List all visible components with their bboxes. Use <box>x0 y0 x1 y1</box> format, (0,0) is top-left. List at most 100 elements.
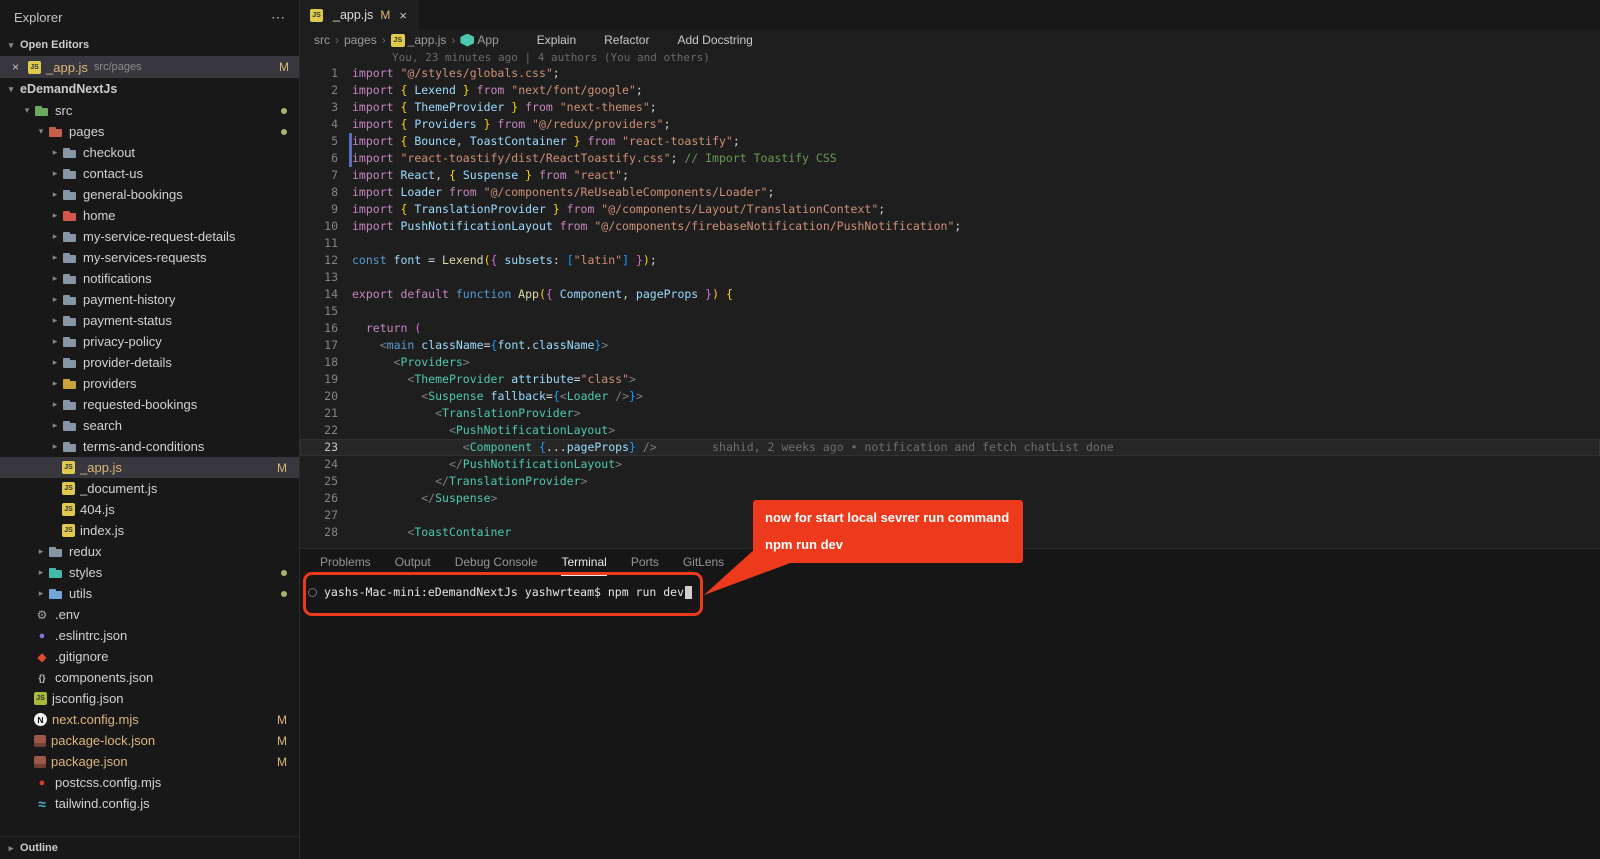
tree-item-jsconfig.json[interactable]: jsconfig.json <box>0 688 299 709</box>
tree-item-tailwind.config.js[interactable]: tailwind.config.js <box>0 793 299 814</box>
tree-item-contact-us[interactable]: ▸ contact-us <box>0 163 299 184</box>
tree-item-label: tailwind.config.js <box>55 796 150 811</box>
npm-icon <box>34 755 46 768</box>
tree-item-checkout[interactable]: ▸ checkout <box>0 142 299 163</box>
panel-tab-output[interactable]: Output <box>395 549 431 576</box>
close-icon[interactable]: × <box>12 60 28 74</box>
tree-item-label: pages <box>69 124 105 139</box>
tree-item-notifications[interactable]: ▸ notifications <box>0 268 299 289</box>
close-icon[interactable]: × <box>399 8 407 23</box>
code-line-21[interactable]: 21 <TranslationProvider> <box>300 405 1600 422</box>
workspace-header[interactable]: ▾ eDemandNextJs <box>0 78 299 100</box>
tree-item-next.config.mjs[interactable]: next.config.mjs M <box>0 709 299 730</box>
tree-item-terms-and-conditions[interactable]: ▸ terms-and-conditions <box>0 436 299 457</box>
js-file-icon <box>310 8 323 22</box>
tree-item-styles[interactable]: ▸ styles <box>0 562 299 583</box>
code-line-18[interactable]: 18 <Providers> <box>300 354 1600 371</box>
tree-item-_document.js[interactable]: _document.js <box>0 478 299 499</box>
code-line-10[interactable]: 10 import PushNotificationLayout from "@/… <box>300 218 1600 235</box>
terminal[interactable]: yashs-Mac-mini:eDemandNextJs yashwrteam$… <box>300 576 1600 608</box>
lens-action-add-docstring[interactable]: Add Docstring <box>677 33 752 47</box>
code-line-14[interactable]: 14 export default function App({ Componen… <box>300 286 1600 303</box>
open-editor-item-app-js[interactable]: × _app.js src/pages M <box>0 56 299 78</box>
breadcrumb-label: src <box>314 33 330 47</box>
tree-item-label: index.js <box>80 523 125 538</box>
breadcrumb-App[interactable]: App <box>460 33 499 47</box>
code-line-9[interactable]: 9 import { TranslationProvider } from "@/… <box>300 201 1600 218</box>
tree-item-my-service-request-details[interactable]: ▸ my-service-request-details <box>0 226 299 247</box>
code-line-1[interactable]: 1 import "@/styles/globals.css"; <box>300 65 1600 82</box>
panel-tab-ports[interactable]: Ports <box>631 549 659 576</box>
code-line-27[interactable]: 27 <box>300 507 1600 524</box>
tree-item-label: payment-history <box>83 292 176 307</box>
tree-item-404.js[interactable]: 404.js <box>0 499 299 520</box>
tree-item-payment-status[interactable]: ▸ payment-status <box>0 310 299 331</box>
code-line-4[interactable]: 4 import { Providers } from "@/redux/prov… <box>300 116 1600 133</box>
tree-item-package.json[interactable]: package.json M <box>0 751 299 772</box>
tree-item-pages[interactable]: ▾ pages <box>0 121 299 142</box>
code-line-6[interactable]: 6 import "react-toastify/dist/ReactToasti… <box>300 150 1600 167</box>
tree-item-redux[interactable]: ▸ redux <box>0 541 299 562</box>
panel-tab-problems[interactable]: Problems <box>320 549 371 576</box>
code-line-13[interactable]: 13 <box>300 269 1600 286</box>
tree-item-providers[interactable]: ▸ providers <box>0 373 299 394</box>
tree-item-package-lock.json[interactable]: package-lock.json M <box>0 730 299 751</box>
folder-icon <box>48 586 64 602</box>
code-line-8[interactable]: 8 import Loader from "@/components/ReUsea… <box>300 184 1600 201</box>
code-line-22[interactable]: 22 <PushNotificationLayout> <box>300 422 1600 439</box>
code-line-23[interactable]: 23 <Component {...pageProps} /> shahid, … <box>300 439 1600 456</box>
tab-app-js[interactable]: _app.js M × <box>300 0 418 30</box>
code-line-24[interactable]: 24 </PushNotificationLayout> <box>300 456 1600 473</box>
tree-item-search[interactable]: ▸ search <box>0 415 299 436</box>
tree-item-.env[interactable]: .env <box>0 604 299 625</box>
code-line-12[interactable]: 12 const font = Lexend({ subsets: ["latin… <box>300 252 1600 269</box>
panel-tab-debug-console[interactable]: Debug Console <box>455 549 538 576</box>
lens-action-refactor[interactable]: Refactor <box>604 33 649 47</box>
tree-item-payment-history[interactable]: ▸ payment-history <box>0 289 299 310</box>
tree-item-_app.js[interactable]: _app.js M <box>0 457 299 478</box>
tree-item-label: notifications <box>83 271 152 286</box>
tree-item-home[interactable]: ▸ home <box>0 205 299 226</box>
tree-item-requested-bookings[interactable]: ▸ requested-bookings <box>0 394 299 415</box>
code-line-15[interactable]: 15 <box>300 303 1600 320</box>
tree-item-my-services-requests[interactable]: ▸ my-services-requests <box>0 247 299 268</box>
code-line-25[interactable]: 25 </TranslationProvider> <box>300 473 1600 490</box>
breadcrumb-_app.js[interactable]: _app.js <box>390 33 446 47</box>
code-line-11[interactable]: 11 <box>300 235 1600 252</box>
tree-item-src[interactable]: ▾ src <box>0 100 299 121</box>
code-line-16[interactable]: 16 return ( <box>300 320 1600 337</box>
more-actions-icon[interactable]: ⋯ <box>271 9 285 26</box>
tree-item-index.js[interactable]: index.js <box>0 520 299 541</box>
tree-item-label: utils <box>69 586 93 601</box>
tree-item-general-bookings[interactable]: ▸ general-bookings <box>0 184 299 205</box>
chevron-down-icon: ▾ <box>8 83 14 94</box>
open-editors-header[interactable]: ▾ Open Editors <box>0 34 299 56</box>
panel-tab-gitlens[interactable]: GitLens <box>683 549 724 576</box>
code-line-17[interactable]: 17 <main className={font.className}> <box>300 337 1600 354</box>
code-line-20[interactable]: 20 <Suspense fallback={<Loader />}> <box>300 388 1600 405</box>
code-line-26[interactable]: 26 </Suspense> <box>300 490 1600 507</box>
tree-item-utils[interactable]: ▸ utils <box>0 583 299 604</box>
code-line-2[interactable]: 2 import { Lexend } from "next/font/googl… <box>300 82 1600 99</box>
panel-tab-terminal[interactable]: Terminal <box>561 549 607 576</box>
tree-item-postcss.config.mjs[interactable]: postcss.config.mjs <box>0 772 299 793</box>
code-line-19[interactable]: 19 <ThemeProvider attribute="class"> <box>300 371 1600 388</box>
code-line-5[interactable]: 5 import { Bounce, ToastContainer } from … <box>300 133 1600 150</box>
folder-icon <box>62 271 78 287</box>
tree-item-.eslintrc.json[interactable]: .eslintrc.json <box>0 625 299 646</box>
breadcrumb-label: App <box>477 33 499 47</box>
code-line-7[interactable]: 7 import React, { Suspense } from "react"… <box>300 167 1600 184</box>
breadcrumb-src[interactable]: src <box>314 33 330 47</box>
outline-header[interactable]: ▸ Outline <box>0 836 299 859</box>
tree-item-privacy-policy[interactable]: ▸ privacy-policy <box>0 331 299 352</box>
chevron-right-icon: ▸ <box>52 420 58 430</box>
tree-item-provider-details[interactable]: ▸ provider-details <box>0 352 299 373</box>
breadcrumb-pages[interactable]: pages <box>344 33 377 47</box>
breadcrumb-label: pages <box>344 33 377 47</box>
tree-item-.gitignore[interactable]: .gitignore <box>0 646 299 667</box>
code-line-28[interactable]: 28 <ToastContainer <box>300 524 1600 541</box>
lens-action-explain[interactable]: Explain <box>537 33 576 47</box>
code-line-3[interactable]: 3 import { ThemeProvider } from "next-the… <box>300 99 1600 116</box>
line-number: 1 <box>331 66 338 80</box>
tree-item-components.json[interactable]: components.json <box>0 667 299 688</box>
